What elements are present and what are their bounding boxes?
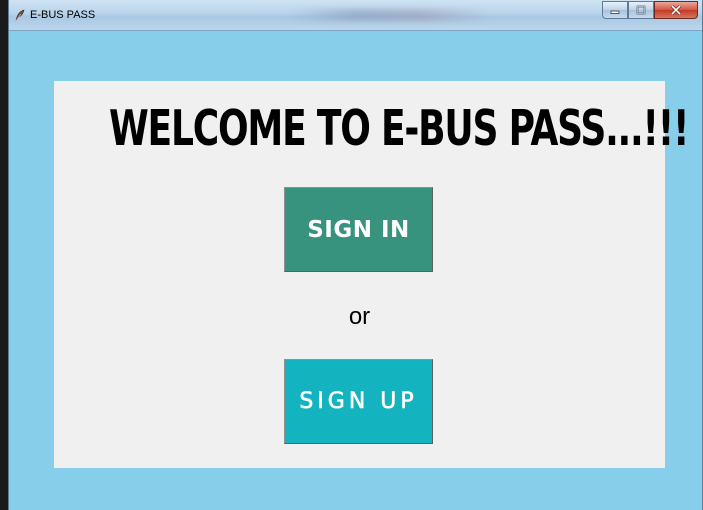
content-panel: WELCOME TO E-BUS PASS...!!! SIGN IN or S… [54, 81, 689, 468]
or-separator: or [348, 303, 371, 330]
blurred-region [289, 9, 489, 21]
close-icon [655, 2, 697, 18]
feather-icon [15, 9, 25, 22]
close-button[interactable] [654, 1, 698, 19]
sign-up-button[interactable]: SIGN UP [284, 359, 433, 444]
minimize-button[interactable] [602, 1, 628, 19]
welcome-heading: WELCOME TO E-BUS PASS...!!! [108, 100, 689, 158]
window-title: E-BUS PASS [30, 9, 96, 21]
maximize-button[interactable] [628, 1, 654, 19]
sign-in-button[interactable]: SIGN IN [284, 187, 433, 272]
window-controls [602, 1, 698, 21]
app-window: E-BUS PASS WELCOME TO E-BUS PASS...!!! S… [8, 0, 703, 510]
title-bar[interactable]: E-BUS PASS [9, 0, 702, 31]
maximize-icon [629, 2, 653, 18]
minimize-icon [603, 2, 627, 18]
